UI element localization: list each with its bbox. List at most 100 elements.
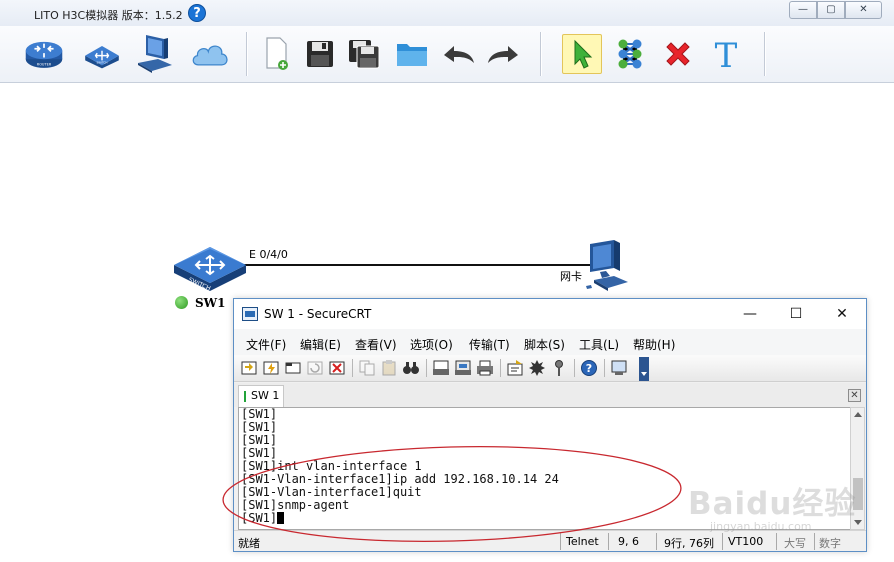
terminal-prompt: [SW1] <box>241 511 278 525</box>
global-options-icon[interactable] <box>528 359 546 377</box>
text-tool-label: T <box>715 37 738 71</box>
delete-tool-button[interactable] <box>658 34 698 74</box>
print-screen-icon[interactable] <box>454 359 472 377</box>
print-icon[interactable] <box>476 359 494 377</box>
status-divider <box>560 533 561 550</box>
menu-script[interactable]: 脚本(S) <box>524 336 565 353</box>
scroll-up-arrow-icon[interactable] <box>854 412 862 417</box>
menu-transfer[interactable]: 传输(T) <box>469 336 510 353</box>
redo-icon <box>488 46 518 63</box>
main-minimize-button[interactable]: — <box>789 1 817 19</box>
crt-minimize-button[interactable]: — <box>727 303 773 325</box>
switch-name-label: SW1 <box>195 296 226 310</box>
network-link[interactable] <box>238 264 590 266</box>
save-as-button[interactable] <box>344 34 384 74</box>
new-file-button[interactable] <box>256 34 296 74</box>
crt-tab-bar: SW 1 ✕ <box>234 383 866 407</box>
redo-button[interactable] <box>484 34 524 74</box>
terminal-scrollbar[interactable] <box>850 407 865 530</box>
connect-in-tab-icon[interactable] <box>284 359 302 377</box>
terminal-line: [SW1] <box>241 407 278 421</box>
menu-tools[interactable]: 工具(L) <box>579 336 619 353</box>
switch-label: SWITCH <box>97 61 108 65</box>
menu-options[interactable]: 选项(O) <box>410 336 453 353</box>
toolbar-separator <box>540 32 541 76</box>
pc-icon <box>586 240 628 291</box>
add-pc-button[interactable] <box>136 34 176 74</box>
main-title-bar: LITO H3C模拟器 版本：1.5.2 ? — ▢ ✕ <box>0 0 894 26</box>
status-num: 数字 <box>819 537 841 550</box>
status-divider <box>656 533 657 550</box>
add-switch-button[interactable]: SWITCH <box>82 34 122 74</box>
print-setup-icon[interactable] <box>432 359 450 377</box>
save-icon <box>307 41 333 67</box>
main-maximize-button[interactable]: ▢ <box>817 1 845 19</box>
terminal-line: [SW1] <box>241 420 278 434</box>
cloud-icon <box>192 45 228 66</box>
crt-toolbar: ? <box>234 355 866 382</box>
reconnect-icon[interactable] <box>306 359 324 377</box>
session-options-icon[interactable] <box>506 359 524 377</box>
toolbar-separator <box>500 359 501 377</box>
undo-button[interactable] <box>438 34 478 74</box>
select-tool-button[interactable] <box>562 34 602 74</box>
delete-icon <box>666 42 690 66</box>
crt-maximize-button[interactable]: ☐ <box>773 303 819 325</box>
status-divider <box>814 533 815 550</box>
connect-tool-button[interactable] <box>610 34 650 74</box>
simulator-window: LITO H3C模拟器 版本：1.5.2 ? — ▢ ✕ ROUTER SWIT… <box>0 0 894 562</box>
open-folder-button[interactable] <box>392 34 432 74</box>
paste-icon[interactable] <box>380 359 398 377</box>
pc-device-nic[interactable] <box>584 236 632 294</box>
status-cursor-position: 9, 6 <box>618 535 639 548</box>
main-window-title: LITO H3C模拟器 版本：1.5.2 <box>34 9 183 22</box>
screen-icon[interactable] <box>610 359 628 377</box>
quick-connect-icon[interactable] <box>262 359 280 377</box>
terminal-line: [SW1] <box>241 433 278 447</box>
main-toolbar: ROUTER SWITCH T <box>0 26 894 83</box>
save-button[interactable] <box>300 34 340 74</box>
status-divider <box>722 533 723 550</box>
securecrt-app-icon <box>242 307 258 321</box>
securecrt-window: SW 1 - SecureCRT — ☐ ✕ 文件(F) 编辑(E) 查看(V)… <box>233 298 867 552</box>
tab-close-button[interactable]: ✕ <box>848 389 861 402</box>
new-file-icon <box>266 37 288 70</box>
keymap-icon[interactable] <box>550 359 568 377</box>
toolbar-separator <box>574 359 575 377</box>
terminal-screen[interactable]: [SW1] [SW1] [SW1] [SW1] [SW1]int vlan-in… <box>238 407 850 530</box>
scrollbar-thumb[interactable] <box>853 478 863 510</box>
toolbar-separator <box>764 32 765 76</box>
pc-icon <box>138 35 172 73</box>
disconnect-icon[interactable] <box>328 359 346 377</box>
device-status-icon <box>175 296 188 309</box>
status-ready: 就绪 <box>238 537 260 550</box>
crt-window-title: SW 1 - SecureCRT <box>264 307 372 321</box>
status-emulation: VT100 <box>728 535 764 548</box>
terminal-line: [SW1]snmp-agent <box>241 498 350 512</box>
help-badge-icon[interactable]: ? <box>188 4 206 22</box>
copy-icon[interactable] <box>358 359 376 377</box>
add-cloud-button[interactable] <box>190 34 230 74</box>
text-tool-button[interactable]: T <box>706 34 746 74</box>
toolbar-separator <box>352 359 353 377</box>
crt-close-button[interactable]: ✕ <box>819 303 865 325</box>
text-icon: T <box>715 37 738 71</box>
add-router-button[interactable]: ROUTER <box>24 34 64 74</box>
connect-icon <box>618 39 642 69</box>
menu-help[interactable]: 帮助(H) <box>633 336 675 353</box>
toolbar-separator <box>426 359 427 377</box>
connect-icon[interactable] <box>240 359 258 377</box>
scroll-down-arrow-icon[interactable] <box>854 520 862 525</box>
status-caps: 大写 <box>784 537 806 550</box>
help-icon[interactable]: ? <box>580 359 598 377</box>
menu-file[interactable]: 文件(F) <box>246 336 286 353</box>
toolbar-overflow-button[interactable] <box>639 357 649 381</box>
switch-device-sw1[interactable]: SWITCH <box>172 235 248 292</box>
save-as-icon <box>349 40 380 69</box>
toolbar-separator <box>246 32 247 76</box>
menu-edit[interactable]: 编辑(E) <box>300 336 341 353</box>
menu-view[interactable]: 查看(V) <box>355 336 397 353</box>
main-close-button[interactable]: ✕ <box>845 1 882 19</box>
session-tab-sw1[interactable]: SW 1 <box>238 385 284 407</box>
find-icon[interactable] <box>402 359 420 377</box>
